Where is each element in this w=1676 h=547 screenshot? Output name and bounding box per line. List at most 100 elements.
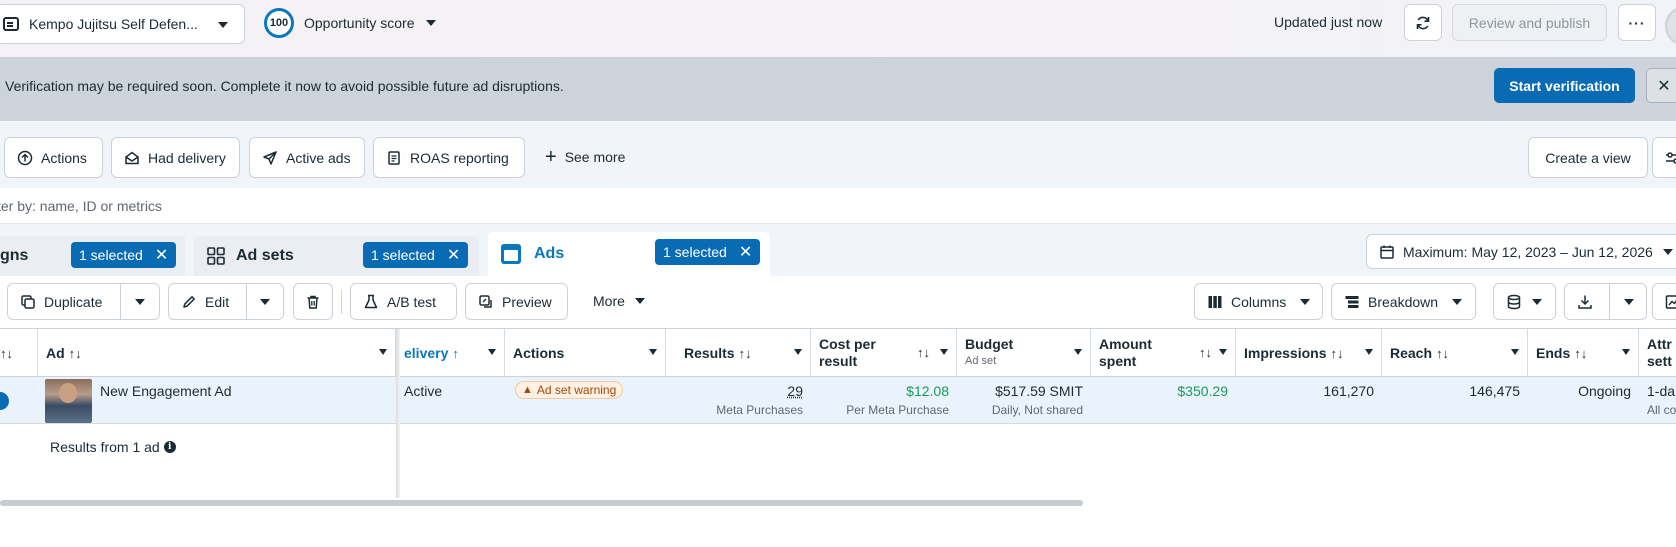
selected-count: 1 selected bbox=[371, 247, 435, 263]
selected-count: 1 selected bbox=[79, 247, 143, 263]
column-header-impressions[interactable]: Impressions ↑↓ bbox=[1236, 329, 1382, 377]
chip-label: Actions bbox=[41, 149, 87, 166]
duplicate-button[interactable]: Duplicate bbox=[7, 283, 160, 320]
column-header-attribution[interactable]: Attr sett bbox=[1639, 329, 1676, 377]
column-header-delivery[interactable]: elivery ↑ bbox=[396, 329, 505, 377]
opportunity-score-ring: 100 bbox=[264, 8, 294, 38]
ad-thumbnail[interactable] bbox=[45, 379, 92, 423]
chevron-down-icon bbox=[379, 349, 387, 355]
database-icon bbox=[1507, 294, 1521, 309]
chip-label: Active ads bbox=[286, 149, 351, 166]
delete-button[interactable] bbox=[293, 283, 333, 320]
chip-roas-reporting[interactable]: ROAS reporting bbox=[373, 137, 525, 178]
search-bar bbox=[0, 188, 1676, 224]
column-label-wrap: Cost per result bbox=[819, 336, 876, 370]
edit-button[interactable]: Edit bbox=[168, 283, 284, 320]
chevron-down-icon[interactable] bbox=[260, 299, 270, 305]
info-icon[interactable]: i bbox=[163, 441, 176, 453]
column-header-reach[interactable]: Reach ↑↓ bbox=[1382, 329, 1528, 377]
more-options-button[interactable]: ··· bbox=[1618, 4, 1656, 41]
chevron-down-icon bbox=[1219, 349, 1227, 355]
budget-value[interactable]: $517.59 SMIT bbox=[995, 383, 1083, 399]
scrollbar-thumb[interactable] bbox=[0, 500, 1083, 506]
review-publish-button[interactable]: Review and publish bbox=[1452, 4, 1607, 41]
column-header-cost-per-result[interactable]: Cost per result ↑↓ bbox=[811, 329, 957, 377]
column-label: Results bbox=[684, 345, 735, 361]
calendar-icon bbox=[1380, 245, 1394, 259]
more-menu-button[interactable]: More bbox=[593, 293, 645, 309]
chip-active-ads[interactable]: Active ads bbox=[249, 137, 365, 178]
charts-button[interactable] bbox=[1652, 283, 1676, 320]
sort-icon: ↑↓ bbox=[1199, 345, 1212, 360]
account-selector[interactable]: Kempo Jujitsu Self Defen... bbox=[0, 4, 245, 44]
export-button[interactable] bbox=[1564, 283, 1647, 320]
date-range-label: Maximum: May 12, 2023 – Jun 12, 2026 bbox=[1403, 243, 1653, 260]
filter-settings-button[interactable] bbox=[1652, 137, 1676, 178]
opportunity-score[interactable]: 100 Opportunity score bbox=[264, 8, 436, 38]
split-divider bbox=[246, 284, 247, 319]
tab-ad-sets[interactable]: Ad sets 1 selected ✕ bbox=[194, 236, 479, 276]
opportunity-score-label: Opportunity score bbox=[304, 15, 415, 31]
adsets-selected-pill[interactable]: 1 selected ✕ bbox=[363, 242, 469, 268]
start-verification-button[interactable]: Start verification bbox=[1494, 68, 1635, 103]
sort-icon: ↑↓ bbox=[68, 345, 82, 361]
close-banner-button[interactable]: ✕ bbox=[1646, 68, 1676, 103]
column-header-actions[interactable]: Actions bbox=[505, 329, 666, 377]
filter-chips-row: Actions Had delivery Active ads ROAS rep… bbox=[0, 121, 1676, 188]
selected-count: 1 selected bbox=[663, 244, 727, 260]
updated-status: Updated just now bbox=[1274, 14, 1383, 30]
chevron-down-icon[interactable] bbox=[135, 299, 145, 305]
amount-spent-cell: $350.29 bbox=[1091, 377, 1236, 424]
refresh-icon bbox=[1416, 16, 1430, 29]
frozen-column-divider bbox=[396, 329, 400, 498]
close-icon[interactable]: ✕ bbox=[739, 242, 752, 262]
tab-ads[interactable]: Ads 1 selected ✕ bbox=[488, 232, 770, 276]
table-row[interactable]: New Engagement Ad Active ▲ Ad set warnin… bbox=[0, 377, 1676, 424]
breakdown-button[interactable]: Breakdown bbox=[1331, 283, 1476, 320]
columns-icon bbox=[1208, 295, 1222, 308]
breakdown-icon bbox=[1345, 295, 1359, 308]
see-more-label: See more bbox=[564, 149, 626, 165]
chip-label: Had delivery bbox=[148, 149, 226, 166]
date-range-picker[interactable]: Maximum: May 12, 2023 – Jun 12, 2026 bbox=[1366, 234, 1676, 269]
horizontal-scrollbar[interactable] bbox=[0, 497, 1676, 507]
split-divider bbox=[1609, 284, 1610, 319]
column-header-amount-spent[interactable]: Amount spent ↑↓ bbox=[1091, 329, 1236, 377]
account-name: Kempo Jujitsu Self Defen... bbox=[29, 16, 198, 32]
create-view-button[interactable]: Create a view bbox=[1528, 137, 1648, 178]
send-icon bbox=[263, 150, 277, 165]
sort-icon: ↑↓ bbox=[0, 345, 13, 361]
avatar[interactable] bbox=[1665, 6, 1676, 46]
tab-ad-sets-label: Ad sets bbox=[236, 247, 294, 264]
chevron-down-icon[interactable] bbox=[1624, 299, 1634, 305]
column-header-toggle[interactable]: ↑↓ bbox=[0, 329, 38, 377]
chip-had-delivery[interactable]: Had delivery bbox=[111, 137, 240, 178]
warning-badge[interactable]: ▲ Ad set warning bbox=[515, 381, 624, 399]
column-header-ad[interactable]: Ad ↑↓ bbox=[38, 329, 396, 377]
campaigns-selected-pill[interactable]: 1 selected ✕ bbox=[71, 242, 177, 268]
sort-up-icon: ↑ bbox=[452, 345, 459, 361]
search-input[interactable] bbox=[0, 194, 597, 218]
column-header-results[interactable]: Results ↑↓ bbox=[666, 329, 811, 377]
chevron-down-icon bbox=[1622, 349, 1630, 355]
column-header-budget[interactable]: Budget Ad set bbox=[957, 329, 1091, 377]
column-header-ends[interactable]: Ends ↑↓ bbox=[1528, 329, 1639, 377]
toggle-on-icon[interactable] bbox=[0, 392, 9, 410]
ads-selected-pill[interactable]: 1 selected ✕ bbox=[655, 239, 761, 265]
close-icon[interactable]: ✕ bbox=[155, 245, 168, 265]
breakdown-label: Breakdown bbox=[1368, 293, 1439, 310]
ad-name-link[interactable]: New Engagement Ad bbox=[100, 383, 232, 430]
ab-test-button[interactable]: A/B test bbox=[350, 283, 457, 320]
results-value[interactable]: 29 bbox=[787, 383, 803, 399]
tab-campaigns[interactable]: gns 1 selected ✕ bbox=[0, 236, 185, 276]
preview-button[interactable]: Preview bbox=[465, 283, 568, 320]
see-more-button[interactable]: + See more bbox=[545, 147, 626, 167]
chip-actions[interactable]: Actions bbox=[4, 137, 103, 178]
reports-button[interactable] bbox=[1493, 283, 1556, 320]
close-icon[interactable]: ✕ bbox=[447, 245, 460, 265]
refresh-button[interactable] bbox=[1404, 4, 1442, 41]
columns-button[interactable]: Columns bbox=[1194, 283, 1323, 320]
chip-label: ROAS reporting bbox=[410, 149, 509, 166]
attribution-cell: 1-da All co bbox=[1639, 377, 1676, 424]
column-label-wrap: Budget Ad set bbox=[965, 336, 1013, 370]
